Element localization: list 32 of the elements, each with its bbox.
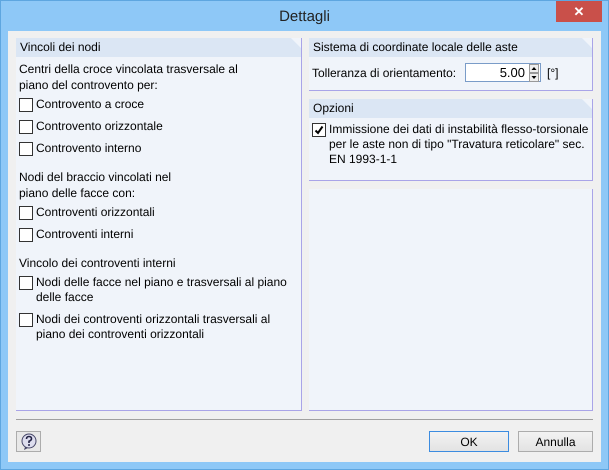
field-label: Tolleranza di orientamento: (312, 66, 458, 80)
help-icon (20, 432, 38, 450)
close-button[interactable]: ✕ (556, 1, 602, 22)
window-title: Dettagli (279, 8, 330, 24)
number-field[interactable]: 5.00 (465, 63, 541, 82)
checkbox[interactable] (19, 206, 33, 220)
help-button[interactable] (16, 431, 41, 452)
panel-header: Sistema di coordinate locale delle aste (309, 38, 592, 57)
checkbox-label[interactable]: Immissione dei dati di instabilità flesso-torsionale per le aste non di tipo "Travatura reticolare" sec. EN 1993-1-1 (329, 122, 589, 167)
checkbox-label[interactable]: Controvento a croce (36, 97, 144, 112)
checkbox[interactable] (19, 98, 33, 112)
group-heading: Centri della croce vincolata trasversale al piano del controvento per: (19, 61, 239, 93)
checkbox-label[interactable]: Controventi interni (36, 227, 134, 242)
checkbox[interactable] (19, 142, 33, 156)
checkbox[interactable] (19, 120, 33, 134)
checkbox[interactable] (312, 123, 326, 137)
checkbox-label[interactable]: Nodi delle facce nel piano e trasversali al piano delle facce (36, 275, 298, 305)
checkbox[interactable] (19, 228, 33, 242)
group-heading: Vincolo dei controventi interni (19, 255, 177, 271)
checkbox-label[interactable]: Controvento orizzontale (36, 119, 163, 134)
checkbox-label[interactable]: Controvento interno (36, 141, 142, 156)
checkbox-label[interactable]: Controventi orizzontali (36, 205, 155, 220)
panel-header: Opzioni (309, 99, 592, 118)
spinner-arrows-icon[interactable] (529, 64, 539, 82)
checkbox[interactable] (19, 276, 33, 290)
dialog-button[interactable]: OK (429, 431, 509, 452)
dialog-button[interactable]: Annulla (518, 431, 593, 452)
group-heading: Nodi del braccio vincolati nel piano delle facce con: (19, 169, 172, 201)
checkbox[interactable] (19, 313, 33, 327)
panel-header: Vincoli dei nodi (16, 38, 301, 57)
unit-label: [°] (547, 66, 558, 80)
checkbox-label[interactable]: Nodi dei controventi orizzontali trasversali al piano dei controventi orizzontali (36, 312, 298, 342)
